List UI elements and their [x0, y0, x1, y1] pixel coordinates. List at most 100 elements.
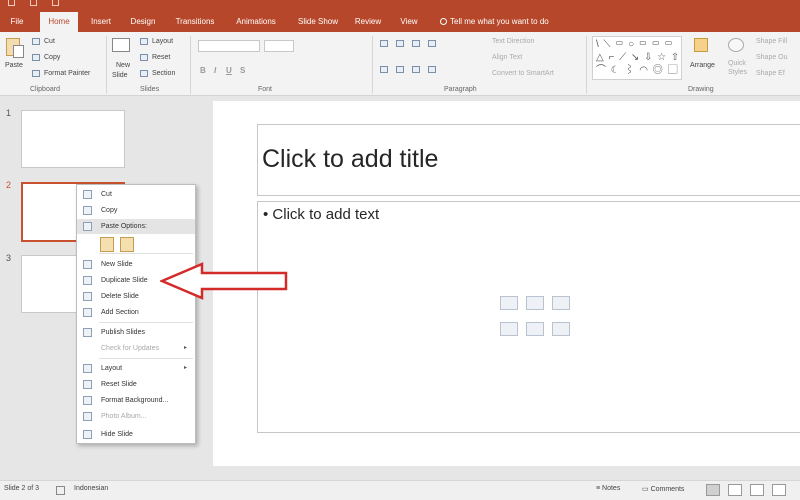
underline-button[interactable]: U	[226, 66, 232, 75]
title-placeholder[interactable]: Click to add title	[257, 124, 800, 196]
content-placeholder[interactable]: • Click to add text	[257, 201, 800, 433]
red-arrow-annotation	[160, 262, 288, 300]
insert-video-icon[interactable]	[552, 322, 570, 336]
menu-item-label: Duplicate Slide	[101, 277, 148, 284]
slide-counter: Slide 2 of 3	[4, 485, 40, 492]
shape-fill-button[interactable]: Shape Fill	[756, 38, 787, 45]
menu-item-format-background[interactable]: Format Background...	[77, 393, 195, 408]
menu-item-layout[interactable]: Layout ▸	[77, 361, 195, 376]
decrease-indent-icon[interactable]	[412, 40, 420, 47]
quick-styles-label[interactable]: Quick	[728, 60, 746, 67]
publish-slides-icon	[83, 328, 92, 337]
duplicate-slide-icon	[83, 276, 92, 285]
font-size-combo[interactable]	[264, 40, 294, 52]
justify-icon[interactable]	[428, 66, 436, 73]
align-center-icon[interactable]	[396, 66, 404, 73]
insert-smartart-icon[interactable]	[552, 296, 570, 310]
menu-item-label: Hide Slide	[101, 431, 133, 438]
title-bar	[0, 0, 800, 12]
redo-icon[interactable]	[52, 0, 59, 6]
insert-online-picture-icon[interactable]	[526, 322, 544, 336]
tab-design[interactable]: Design	[124, 12, 162, 32]
tab-file[interactable]: File	[0, 12, 34, 32]
submenu-arrow-icon: ▸	[183, 345, 187, 351]
paragraph-group-label: Paragraph	[444, 86, 477, 93]
new-slide-button-label[interactable]: New	[116, 62, 130, 69]
font-name-combo[interactable]	[198, 40, 260, 52]
ribbon-separator	[372, 36, 373, 94]
insert-chart-icon[interactable]	[526, 296, 544, 310]
tab-review[interactable]: Review	[350, 12, 386, 32]
normal-view-button[interactable]	[706, 484, 720, 496]
slide-sorter-view-button[interactable]	[728, 484, 742, 496]
spelling-check-icon[interactable]	[56, 486, 65, 495]
reading-view-button[interactable]	[750, 484, 764, 496]
quick-styles-label-2[interactable]: Styles	[728, 69, 747, 76]
italic-button[interactable]: I	[214, 66, 216, 75]
menu-item-label: Paste Options:	[101, 223, 147, 230]
new-slide-icon[interactable]	[112, 38, 130, 52]
menu-separator	[99, 322, 193, 323]
align-right-icon[interactable]	[412, 66, 420, 73]
tab-slide-show[interactable]: Slide Show	[292, 12, 344, 32]
convert-smartart-button[interactable]: Convert to SmartArt	[492, 70, 554, 77]
numbering-icon[interactable]	[396, 40, 404, 47]
arrange-icon[interactable]	[694, 38, 708, 52]
slide-thumbnail-1[interactable]	[21, 110, 125, 168]
tab-transitions[interactable]: Transitions	[168, 12, 222, 32]
paste-icon[interactable]	[6, 38, 24, 58]
thumbnail-number: 1	[6, 108, 12, 118]
paste-keep-formatting-icon[interactable]	[100, 237, 114, 252]
tell-me-search[interactable]: Tell me what you want to do	[440, 12, 549, 32]
slide-show-view-button[interactable]	[772, 484, 786, 496]
layout-icon	[83, 364, 92, 373]
drawing-group-label: Drawing	[688, 86, 714, 93]
menu-item-publish-slides[interactable]: Publish Slides	[77, 325, 195, 340]
font-group-label: Font	[258, 86, 273, 93]
format-painter-button[interactable]: Format Painter	[44, 70, 90, 77]
quick-styles-icon[interactable]	[728, 38, 744, 52]
bold-button[interactable]: B	[200, 66, 206, 75]
ribbon-tab-bar: File Home Insert Design Transitions Anim…	[0, 12, 800, 32]
tab-home[interactable]: Home	[40, 12, 78, 32]
new-slide-button-label-2[interactable]: Slide	[112, 72, 128, 79]
menu-item-label: New Slide	[101, 261, 133, 268]
menu-item-label: Reset Slide	[101, 381, 137, 388]
tab-insert[interactable]: Insert	[84, 12, 118, 32]
shape-outline-button[interactable]: Shape Ou	[756, 54, 788, 61]
status-bar: Slide 2 of 3 Indonesian ≡ Notes ▭ Commen…	[0, 480, 800, 500]
menu-item-copy[interactable]: Copy	[77, 203, 195, 218]
undo-icon[interactable]	[30, 0, 37, 6]
bullets-icon[interactable]	[380, 40, 388, 47]
insert-table-icon[interactable]	[500, 296, 518, 310]
section-button[interactable]: Section	[152, 70, 175, 77]
notes-button[interactable]: ≡ Notes	[596, 485, 620, 492]
layout-button[interactable]: Layout	[152, 38, 173, 45]
align-text-button[interactable]: Align Text	[492, 54, 522, 61]
arrange-button[interactable]: Arrange	[690, 62, 715, 69]
text-direction-button[interactable]: Text Direction	[492, 38, 534, 45]
shapes-gallery[interactable]: \ ⟍ ▭ ○ ▭ ▭ ▭ △ ⌐ ⟋ ↘ ⇩ ☆ ⇧ ⌒ ☾ ⌇ ◠ ◎ ▢ …	[592, 36, 682, 80]
shadow-button[interactable]: S	[240, 66, 245, 75]
menu-item-cut[interactable]: Cut	[77, 187, 195, 202]
align-left-icon[interactable]	[380, 66, 388, 73]
copy-button[interactable]: Copy	[44, 54, 60, 61]
tab-view[interactable]: View	[394, 12, 424, 32]
language-indicator[interactable]: Indonesian	[74, 485, 108, 492]
comments-button[interactable]: ▭ Comments	[642, 485, 684, 493]
insert-picture-icon[interactable]	[500, 322, 518, 336]
menu-item-reset-slide[interactable]: Reset Slide	[77, 377, 195, 392]
menu-item-paste-options: Paste Options:	[77, 219, 195, 234]
menu-separator	[99, 358, 193, 359]
increase-indent-icon[interactable]	[428, 40, 436, 47]
paste-button-label[interactable]: Paste	[5, 62, 23, 69]
shape-effects-button[interactable]: Shape Ef	[756, 70, 785, 77]
paste-use-destination-icon[interactable]	[120, 237, 134, 252]
save-icon[interactable]	[8, 0, 15, 6]
reset-button[interactable]: Reset	[152, 54, 170, 61]
menu-separator	[99, 253, 193, 254]
menu-item-add-section[interactable]: Add Section	[77, 305, 195, 320]
cut-button[interactable]: Cut	[44, 38, 55, 45]
menu-item-hide-slide[interactable]: Hide Slide	[77, 427, 195, 442]
tab-animations[interactable]: Animations	[228, 12, 284, 32]
